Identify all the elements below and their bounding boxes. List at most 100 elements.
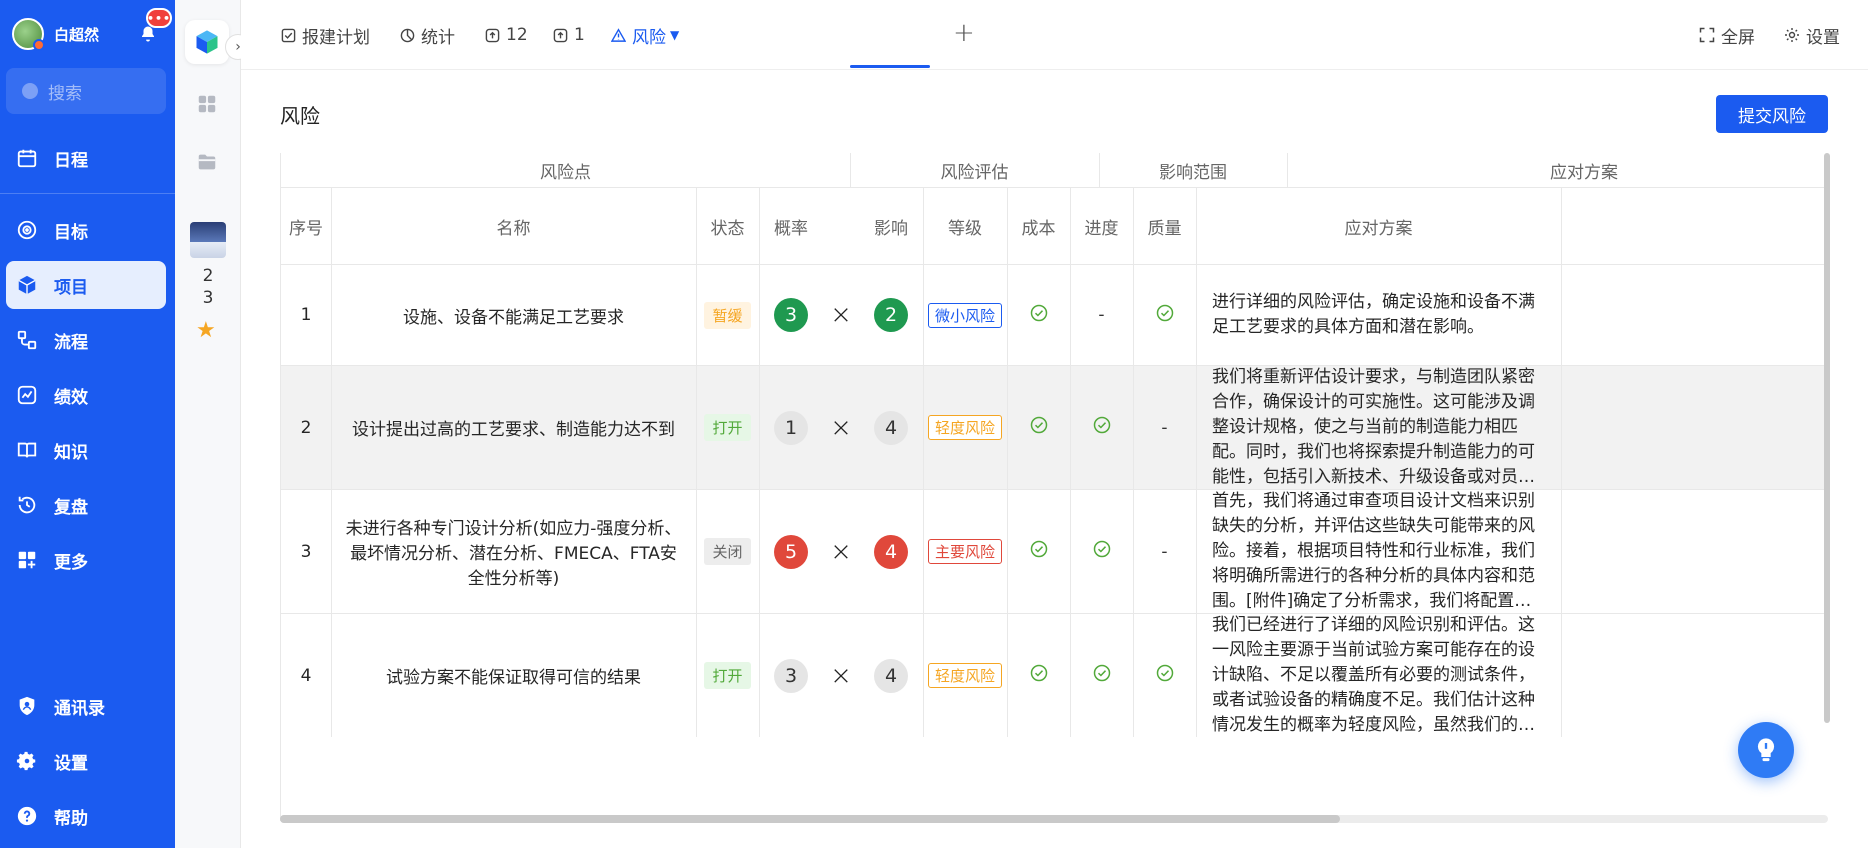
cell-status[interactable]: 暂缓	[696, 265, 759, 365]
cell-impact[interactable]: 4	[859, 490, 923, 613]
cell-impact[interactable]: 2	[859, 265, 923, 365]
cell-progress[interactable]	[1070, 490, 1133, 613]
sidebar-item-goal[interactable]: 目标	[6, 206, 166, 254]
cell-probability[interactable]: 1	[759, 366, 823, 489]
cell-quality[interactable]: -	[1133, 490, 1196, 613]
flow-icon	[16, 329, 38, 351]
search-input[interactable]: 搜索	[6, 68, 166, 114]
cell-progress[interactable]	[1070, 614, 1133, 737]
tab-12[interactable]: 12	[484, 0, 528, 70]
column-header-quality[interactable]: 质量	[1133, 188, 1196, 264]
impact-score[interactable]: 2	[874, 298, 908, 332]
column-divider	[1007, 366, 1008, 489]
cell-cost[interactable]	[1007, 366, 1070, 489]
cell-name[interactable]: 设计提出过高的工艺要求、制造能力达不到	[331, 366, 696, 489]
cell-cost[interactable]	[1007, 265, 1070, 365]
sidebar-item-help[interactable]: 帮助	[6, 792, 166, 840]
sidebar-item-flow[interactable]: 流程	[6, 316, 166, 364]
column-header-progress[interactable]: 进度	[1070, 188, 1133, 264]
tab-stats[interactable]: 统计	[399, 0, 455, 70]
cell-probability[interactable]: 3	[759, 265, 823, 365]
column-header-level[interactable]: 等级	[923, 188, 1007, 264]
settings-button[interactable]: 设置	[1784, 0, 1840, 70]
probability-score[interactable]: 3	[774, 298, 808, 332]
sidebar-item-more[interactable]: 更多	[6, 536, 166, 584]
tab-risk[interactable]: 风险 ▼	[610, 0, 679, 70]
cell-plan[interactable]: 首先，我们将通过审查项目设计文档来识别缺失的分析，并评估这些缺失可能带来的风险。…	[1196, 490, 1561, 613]
column-header-cost[interactable]: 成本	[1007, 188, 1070, 264]
cell-probability[interactable]: 5	[759, 490, 823, 613]
column-header-impact[interactable]: 影响	[859, 188, 923, 264]
probability-score[interactable]: 5	[774, 534, 808, 569]
apps-grid-icon[interactable]	[195, 92, 219, 116]
project-count: 3	[202, 288, 214, 308]
project-thumbnail[interactable]	[190, 222, 226, 258]
probability-score[interactable]: 1	[774, 410, 808, 445]
sidebar-item-label: 项目	[54, 277, 88, 298]
avatar[interactable]	[12, 18, 45, 51]
impact-score[interactable]: 4	[874, 658, 908, 693]
sidebar-item-schedule[interactable]: 日程	[6, 134, 166, 182]
sidebar-item-settings[interactable]: 设置	[6, 737, 166, 785]
status-badge[interactable]: 打开	[704, 662, 751, 689]
cell-name[interactable]: 未进行各种专门设计分析(如应力-强度分析、 最坏情况分析、潜在分析、FMECA、…	[331, 490, 696, 613]
impact-score[interactable]: 4	[874, 410, 908, 445]
column-divider	[1196, 614, 1197, 737]
column-header-status[interactable]: 状态	[696, 188, 759, 264]
table-row[interactable]: 4 试验方案不能保证取得可信的结果 打开 3 × 4 轻度风险 我们已经进行了详细的风险识别和…	[281, 613, 1828, 737]
tab-1[interactable]: 1	[552, 0, 585, 70]
notification-badge[interactable]: •••	[146, 8, 172, 28]
app-logo[interactable]	[185, 20, 229, 64]
cell-plan[interactable]: 进行详细的风险评估，确定设施和设备不满足工艺要求的具体方面和潜在影响。	[1196, 265, 1561, 365]
folder-icon[interactable]	[195, 150, 219, 174]
column-divider	[696, 188, 697, 264]
cell-probability[interactable]: 3	[759, 614, 823, 737]
cell-status[interactable]: 打开	[696, 366, 759, 489]
cell-impact[interactable]: 4	[859, 366, 923, 489]
table-row[interactable]: 3 未进行各种专门设计分析(如应力-强度分析、 最坏情况分析、潜在分析、FMECA…	[281, 489, 1828, 613]
vertical-scrollbar[interactable]	[1824, 153, 1830, 723]
cell-impact[interactable]: 4	[859, 614, 923, 737]
cell-progress[interactable]	[1070, 366, 1133, 489]
cell-progress[interactable]: -	[1070, 265, 1133, 365]
column-divider	[1070, 265, 1071, 365]
column-divider	[1196, 188, 1197, 264]
fullscreen-button[interactable]: 全屏	[1699, 0, 1755, 70]
cell-name[interactable]: 设施、设备不能满足工艺要求	[331, 265, 696, 365]
cell-quality[interactable]: -	[1133, 366, 1196, 489]
cell-cost[interactable]	[1007, 614, 1070, 737]
column-header-probability[interactable]: 概率	[759, 188, 823, 264]
tab-plan[interactable]: 报建计划	[280, 0, 370, 70]
cell-name[interactable]: 试验方案不能保证取得可信的结果	[331, 614, 696, 737]
add-tab-button[interactable]: +	[953, 18, 975, 48]
cell-quality[interactable]	[1133, 265, 1196, 365]
column-header-index[interactable]: 序号	[281, 188, 331, 264]
probability-score[interactable]: 3	[774, 658, 808, 693]
level-badge: 主要风险	[927, 539, 1002, 564]
column-header-plan[interactable]: 应对方案	[1196, 188, 1561, 264]
caret-down-icon[interactable]: ▼	[670, 28, 679, 42]
horizontal-scrollbar[interactable]	[280, 815, 1340, 823]
status-badge[interactable]: 打开	[704, 414, 751, 441]
cell-quality[interactable]	[1133, 614, 1196, 737]
cell-status[interactable]: 关闭	[696, 490, 759, 613]
cell-plan[interactable]: 我们将重新评估设计要求，与制造团队紧密合作，确保设计的可实施性。这可能涉及调整设…	[1196, 366, 1561, 489]
star-icon[interactable]: ★	[196, 318, 216, 343]
column-header-name[interactable]: 名称	[331, 188, 696, 264]
impact-score[interactable]: 4	[874, 534, 908, 569]
cell-cost[interactable]	[1007, 490, 1070, 613]
cell-status[interactable]: 打开	[696, 614, 759, 737]
sidebar-item-performance[interactable]: 绩效	[6, 371, 166, 419]
submit-risk-button[interactable]: 提交风险	[1716, 95, 1828, 133]
status-badge[interactable]: 暂缓	[704, 301, 751, 329]
sidebar-item-project[interactable]: 项目	[6, 261, 166, 309]
cell-plan[interactable]: 我们已经进行了详细的风险识别和评估。这一风险主要源于当前试验方案可能存在的设计缺…	[1196, 614, 1561, 737]
assistant-button[interactable]	[1738, 722, 1794, 778]
sidebar-item-review[interactable]: 复盘	[6, 481, 166, 529]
table-row[interactable]: 2 设计提出过高的工艺要求、制造能力达不到 打开 1 × 4 轻度风险 - 我们将重新评估设计要…	[281, 365, 1828, 489]
level-badge: 轻度风险	[927, 415, 1002, 440]
status-badge[interactable]: 关闭	[704, 538, 751, 565]
sidebar-item-contacts[interactable]: 通讯录	[6, 682, 166, 730]
sidebar-item-knowledge[interactable]: 知识	[6, 426, 166, 474]
table-row[interactable]: 1 设施、设备不能满足工艺要求 暂缓 3 × 2 微小风险 - 进行详细的风险评估，确定设施和设…	[281, 264, 1828, 365]
